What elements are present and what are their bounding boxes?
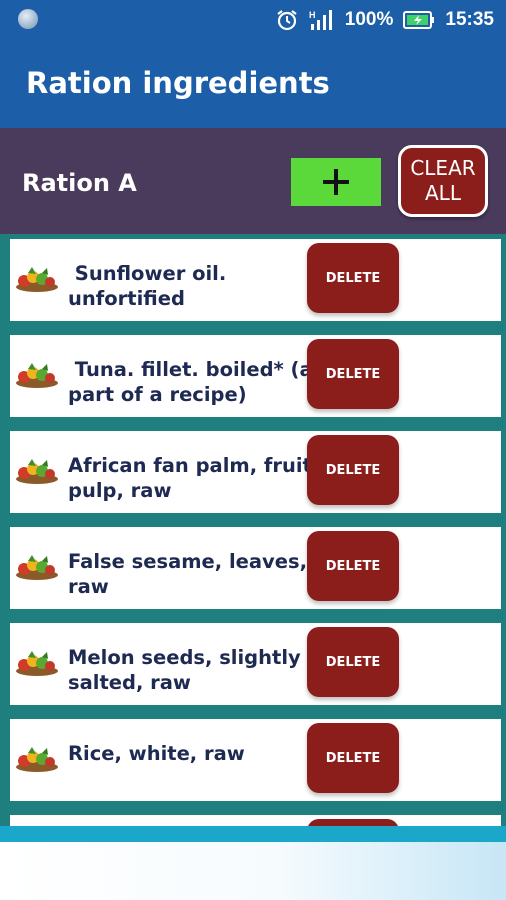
network-type: H [309, 10, 316, 20]
ration-header: Ration A CLEAR ALL [0, 128, 506, 234]
page-title: Ration ingredients [26, 66, 330, 100]
battery-charging-icon [403, 11, 435, 29]
delete-button[interactable]: DELETE [307, 531, 399, 601]
clear-all-button[interactable]: CLEAR ALL [398, 145, 488, 217]
bottom-divider [0, 826, 506, 842]
ingredient-name: Tuna. fillet. boiled* (as part of a reci… [68, 358, 324, 406]
bottom-area [0, 842, 506, 900]
ingredient-name: African fan palm, fruit, pulp, raw [68, 454, 320, 502]
delete-button[interactable]: DELETE [307, 243, 399, 313]
ingredient-name: Rice, white, raw [68, 742, 245, 765]
ingredient-row[interactable]: Rice, white, raw DELETE [10, 719, 501, 801]
battery-percent: 100% [344, 9, 394, 30]
food-basket-icon [16, 747, 58, 772]
clock: 15:35 [445, 9, 494, 30]
ingredient-list[interactable]: Sunflower oil. unfortified DELETE Tuna. f… [0, 234, 506, 842]
ingredient-row[interactable]: Sunflower oil. unfortified DELETE [10, 239, 501, 321]
ingredient-row[interactable]: Tuna. fillet. boiled* (as part of a reci… [10, 335, 501, 417]
delete-button[interactable]: DELETE [307, 627, 399, 697]
ingredient-row[interactable]: False sesame, leaves, raw DELETE [10, 527, 501, 609]
status-dot-icon [18, 9, 38, 29]
food-basket-icon [16, 459, 58, 484]
food-basket-icon [16, 363, 58, 388]
add-ingredient-button[interactable] [291, 158, 381, 206]
delete-button[interactable]: DELETE [307, 339, 399, 409]
status-bar: H 100% 15:35 [0, 0, 506, 40]
ingredient-name: Melon seeds, slightly salted, raw [68, 646, 301, 694]
food-basket-icon [16, 267, 58, 292]
food-basket-icon [16, 651, 58, 676]
status-icons: H 100% 15:35 [275, 0, 494, 40]
plus-icon [323, 169, 349, 195]
food-basket-icon [16, 555, 58, 580]
ingredient-name: False sesame, leaves, raw [68, 550, 307, 598]
app-bar: Ration ingredients [0, 40, 506, 128]
ingredient-row[interactable]: African fan palm, fruit, pulp, raw DELETE [10, 431, 501, 513]
alarm-icon [277, 10, 297, 31]
signal-icon: H [309, 10, 332, 30]
ingredient-name: Sunflower oil. unfortified [68, 262, 227, 310]
ration-name: Ration A [22, 169, 137, 197]
ingredient-row[interactable]: Melon seeds, slightly salted, raw DELETE [10, 623, 501, 705]
delete-button[interactable]: DELETE [307, 435, 399, 505]
delete-button[interactable]: DELETE [307, 723, 399, 793]
